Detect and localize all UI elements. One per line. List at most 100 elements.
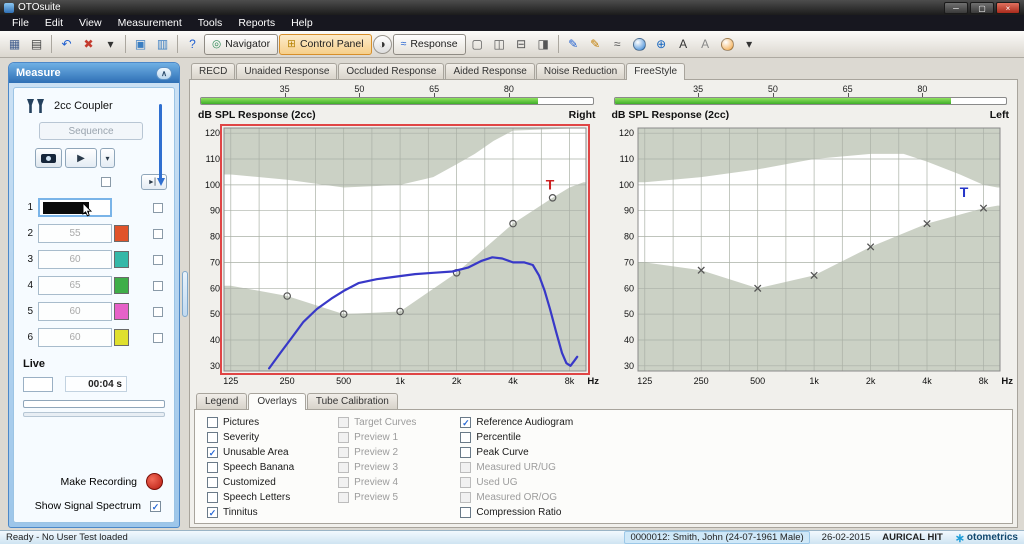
contrast-button[interactable]: ◑: [373, 35, 392, 54]
navigator-button[interactable]: ◎Navigator: [204, 34, 278, 55]
overlay-severity[interactable]: Severity: [207, 432, 294, 443]
measure-panel-header[interactable]: Measure ∧: [9, 63, 179, 83]
stimulus-level-slider-left[interactable]: 35506580: [614, 84, 1008, 106]
control-panel-button[interactable]: ⊞Control Panel: [279, 34, 371, 55]
menu-edit[interactable]: Edit: [37, 16, 71, 30]
overlay-percentile[interactable]: Percentile: [460, 432, 573, 443]
speech-letters-small-button[interactable]: A: [673, 34, 694, 55]
row-checkbox[interactable]: [153, 281, 163, 291]
row-checkbox[interactable]: [153, 203, 163, 213]
print-button[interactable]: ▤: [26, 34, 47, 55]
level-input-2[interactable]: 55: [38, 224, 112, 243]
help-button[interactable]: ?: [182, 34, 203, 55]
overlay-customized[interactable]: Customized: [207, 477, 294, 488]
view-right-button[interactable]: ◨: [533, 34, 554, 55]
overlay-compression-ratio[interactable]: Compression Ratio: [460, 507, 573, 518]
level-input-4[interactable]: 65: [38, 276, 112, 295]
collapse-panel-button[interactable]: ∧: [156, 67, 172, 80]
sequence-button[interactable]: Sequence: [39, 122, 143, 140]
checkbox-severity[interactable]: [207, 432, 218, 443]
speech-letters-large-button[interactable]: A: [695, 34, 716, 55]
signal-color-chip[interactable]: [114, 251, 129, 268]
checkbox-tinnitus[interactable]: ✓: [207, 507, 218, 518]
minimize-button[interactable]: ─: [944, 2, 968, 14]
menu-reports[interactable]: Reports: [230, 16, 283, 30]
checkbox-peak-curve[interactable]: [460, 447, 471, 458]
sphere-button[interactable]: [717, 34, 738, 55]
splitter-grip[interactable]: [182, 271, 188, 317]
more-dropdown-button[interactable]: ▾: [100, 34, 121, 55]
view-single-button[interactable]: ▢: [467, 34, 488, 55]
toolbar-options-dropdown-button[interactable]: ▾: [739, 34, 760, 55]
close-button[interactable]: ×: [996, 2, 1020, 14]
tab-aided-response[interactable]: Aided Response: [445, 63, 534, 79]
level-input-1[interactable]: [38, 198, 112, 217]
level-input-5[interactable]: 60: [38, 302, 112, 321]
highlight-pen-button[interactable]: ✎: [585, 34, 606, 55]
record-button[interactable]: [146, 473, 163, 490]
tab-recd[interactable]: RECD: [191, 63, 235, 79]
view-stacked-button[interactable]: ⊟: [511, 34, 532, 55]
save-button[interactable]: ▦: [4, 34, 25, 55]
slider-track[interactable]: [200, 97, 594, 105]
play-button[interactable]: ▶: [65, 148, 97, 168]
checkbox-unusable-area[interactable]: ✓: [207, 447, 218, 458]
annotate-pen-button[interactable]: ✎: [563, 34, 584, 55]
overlay-unusable-area[interactable]: ✓Unusable Area: [207, 447, 294, 458]
level-input-6[interactable]: 60: [38, 328, 112, 347]
menu-file[interactable]: File: [4, 16, 37, 30]
menu-view[interactable]: View: [71, 16, 110, 30]
overlay-pictures[interactable]: Pictures: [207, 417, 294, 428]
checkbox-speech-banana[interactable]: [207, 462, 218, 473]
overlay-peak-curve[interactable]: Peak Curve: [460, 447, 573, 458]
signal-color-chip[interactable]: [114, 303, 129, 320]
tab-occluded-response[interactable]: Occluded Response: [338, 63, 444, 79]
stimulus-level-slider-right[interactable]: 35506580: [200, 84, 594, 106]
tab-legend[interactable]: Legend: [196, 393, 247, 409]
tab-tube-calibration[interactable]: Tube Calibration: [307, 393, 398, 409]
signal-color-chip[interactable]: [114, 277, 129, 294]
menu-measurement[interactable]: Measurement: [110, 16, 190, 30]
checkbox-percentile[interactable]: [460, 432, 471, 443]
signal-color-chip[interactable]: [114, 225, 129, 242]
row-checkbox[interactable]: [153, 307, 163, 317]
response-graph-right[interactable]: 120110100908070605040301252505001k2k4k8k…: [194, 122, 600, 388]
checkbox-compression-ratio[interactable]: [460, 507, 471, 518]
delete-button[interactable]: ✖: [78, 34, 99, 55]
title-bar[interactable]: OTOsuite ─▢×: [0, 0, 1024, 15]
response-button[interactable]: ≈Response: [393, 34, 466, 55]
overlay-speech-letters[interactable]: Speech Letters: [207, 492, 294, 503]
tab-unaided-response[interactable]: Unaided Response: [236, 63, 337, 79]
response-graph-left[interactable]: 120110100908070605040301252505001k2k4k8k…: [608, 122, 1014, 388]
overlay-speech-banana[interactable]: Speech Banana: [207, 462, 294, 473]
checkbox-pictures[interactable]: [207, 417, 218, 428]
tab-overlays[interactable]: Overlays: [248, 393, 305, 410]
row-checkbox[interactable]: [153, 229, 163, 239]
zoom-button[interactable]: ⊕: [651, 34, 672, 55]
row-checkbox[interactable]: [153, 255, 163, 265]
panel-splitter[interactable]: [180, 58, 189, 530]
menu-help[interactable]: Help: [283, 16, 321, 30]
snapshot-button[interactable]: [35, 148, 62, 168]
overlay-reference-audiogram[interactable]: ✓Reference Audiogram: [460, 417, 573, 428]
undo-button[interactable]: ↶: [56, 34, 77, 55]
signal-color-chip[interactable]: [114, 329, 129, 346]
globe-button[interactable]: [629, 34, 650, 55]
play-options-dropdown[interactable]: ▾: [100, 148, 115, 168]
overlay-tinnitus[interactable]: ✓Tinnitus: [207, 507, 294, 518]
loop-checkbox[interactable]: [101, 177, 111, 187]
checkbox-speech-letters[interactable]: [207, 492, 218, 503]
curve-tools-button[interactable]: ≈: [607, 34, 628, 55]
show-signal-spectrum-checkbox[interactable]: ✓: [150, 501, 161, 512]
send-to-noah-button[interactable]: ▥: [152, 34, 173, 55]
checkbox-customized[interactable]: [207, 477, 218, 488]
view-split-button[interactable]: ◫: [489, 34, 510, 55]
row-checkbox[interactable]: [153, 333, 163, 343]
tab-freestyle[interactable]: FreeStyle: [626, 63, 685, 80]
level-input-3[interactable]: 60: [38, 250, 112, 269]
maximize-button[interactable]: ▢: [970, 2, 994, 14]
slider-track[interactable]: [614, 97, 1008, 105]
tab-noise-reduction[interactable]: Noise Reduction: [536, 63, 625, 79]
copy-measurement-button[interactable]: ▣: [130, 34, 151, 55]
menu-tools[interactable]: Tools: [190, 16, 231, 30]
